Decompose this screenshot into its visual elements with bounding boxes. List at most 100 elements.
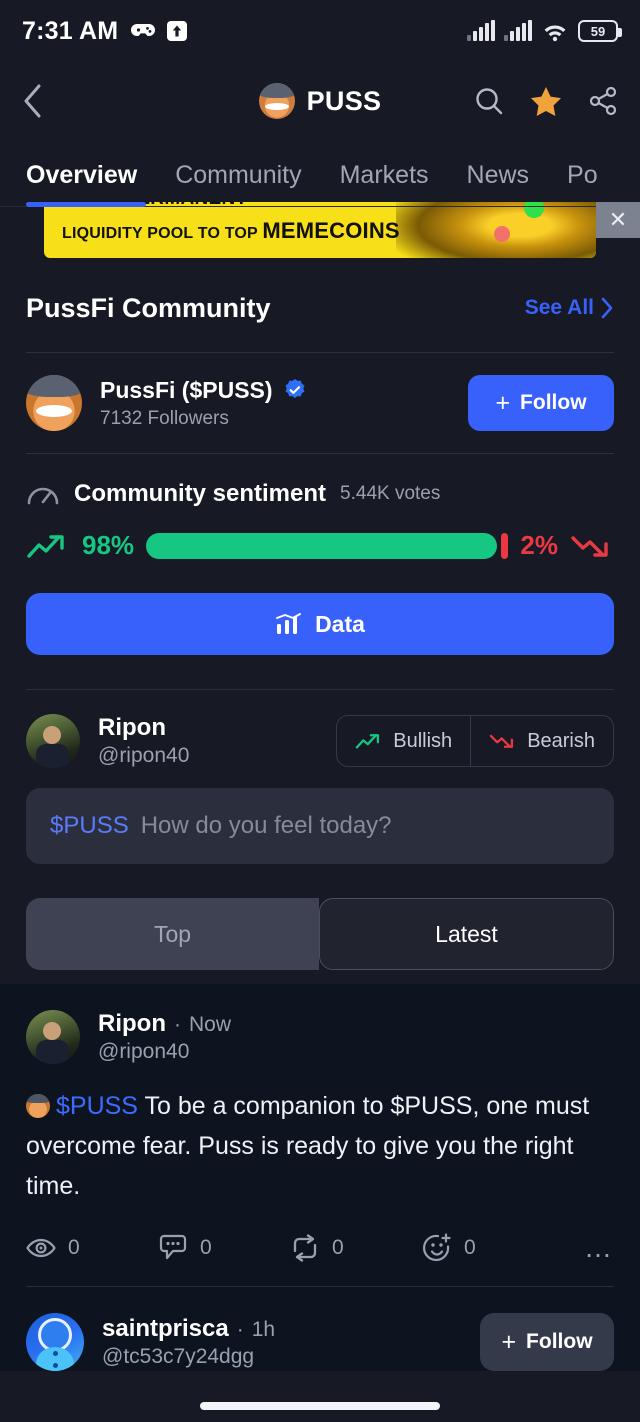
status-bar-notification-icons: [130, 20, 188, 42]
signal-bars-icon: [504, 20, 532, 42]
promo-banner-artwork: [396, 202, 596, 258]
add-reaction-action[interactable]: 0: [422, 1233, 554, 1263]
comment-action[interactable]: 0: [158, 1234, 290, 1262]
more-options-icon[interactable]: …: [584, 1232, 614, 1264]
plus-icon: +: [495, 388, 511, 417]
tab-community[interactable]: Community: [175, 161, 301, 202]
community-section: PussFi Community See All PussFi ($PUSS) …: [0, 264, 640, 984]
post-composer-input[interactable]: $PUSS How do you feel today?: [26, 788, 614, 864]
tab-latest[interactable]: Latest: [319, 898, 614, 970]
status-bar: 7:31 AM 59: [0, 0, 640, 62]
page-title: PUSS: [306, 85, 382, 116]
bar-chart-icon: [276, 613, 302, 634]
composer-ticker-tag: $PUSS: [50, 812, 129, 839]
game-controller-icon: [130, 21, 156, 41]
post-item[interactable]: Ripon · Now @ripon40 $PUSS To be a compa…: [26, 984, 614, 1287]
community-profile-followers: 7132 Followers: [100, 407, 229, 429]
tab-news[interactable]: News: [467, 161, 530, 202]
post-author-line: saintprisca · 1h: [102, 1315, 275, 1343]
composer-user-handle: @ripon40: [98, 744, 190, 767]
view-count-action[interactable]: 0: [26, 1236, 158, 1260]
tab-markets[interactable]: Markets: [340, 161, 429, 202]
community-sentiment-votes: 5.44K votes: [340, 483, 441, 504]
see-all-label: See All: [524, 296, 594, 319]
follow-button[interactable]: + Follow: [468, 375, 614, 431]
post-action-bar: 0 0 0 0 …: [26, 1206, 614, 1286]
red-dot-decoration: [494, 226, 510, 242]
sentiment-bar-bullish: [146, 532, 498, 559]
community-profile-meta: PussFi ($PUSS) 7132 Followers: [100, 377, 307, 430]
tab-top[interactable]: Top: [26, 898, 319, 970]
chevron-right-icon: [601, 297, 613, 319]
post-author: saintprisca · 1h @tc53c7y24dgg: [102, 1315, 275, 1369]
follow-button[interactable]: + Follow: [480, 1313, 614, 1371]
community-sentiment-title: Community sentiment: [74, 480, 327, 507]
active-tab-indicator: [26, 202, 146, 207]
status-bar-clock: 7:31 AM: [22, 16, 119, 45]
post-ticker-tag[interactable]: $PUSS: [56, 1092, 138, 1120]
data-button-label: Data: [315, 610, 365, 637]
plus-icon: +: [501, 1327, 517, 1356]
promo-banner[interactable]: WHAT PERMANENT LIQUIDITY POOL TO TOP MEM…: [44, 202, 596, 258]
star-icon[interactable]: [530, 86, 562, 117]
composer-user-name: Ripon: [98, 714, 166, 741]
bearish-button-label: Bearish: [527, 729, 595, 752]
puss-coin-logo: [258, 83, 295, 119]
battery-level-label: 59: [590, 23, 606, 39]
post-separator: ·: [236, 1318, 244, 1341]
post-author-name: Ripon: [98, 1010, 166, 1037]
community-profile-row[interactable]: PussFi ($PUSS) 7132 Followers + Follow: [26, 353, 614, 453]
bearish-button[interactable]: Bearish: [470, 716, 613, 766]
comment-count: 0: [200, 1236, 212, 1259]
share-icon[interactable]: [588, 86, 618, 116]
posts-feed: Ripon · Now @ripon40 $PUSS To be a compa…: [0, 984, 640, 1371]
community-profile-name: PussFi ($PUSS): [100, 376, 273, 403]
promo-banner-line2: LIQUIDITY POOL TO TOP MEMECOINS: [62, 218, 400, 244]
post-timestamp: Now: [188, 1013, 231, 1036]
community-profile-name-line: PussFi ($PUSS): [100, 377, 307, 404]
section-tabs[interactable]: Overview Community Markets News Po: [0, 140, 640, 202]
battery-icon: 59: [578, 20, 622, 42]
add-reaction-icon: [423, 1233, 451, 1262]
close-icon[interactable]: ✕: [596, 202, 640, 238]
avatar-button-2: [53, 1363, 58, 1368]
composer-placeholder: How do you feel today?: [140, 812, 392, 839]
post-timestamp: 1h: [251, 1318, 276, 1341]
reaction-count: 0: [464, 1236, 476, 1259]
post-author-handle: @ripon40: [98, 1040, 190, 1063]
composer-header: Ripon @ripon40 Bullish Bearish: [26, 690, 614, 768]
composer-user: Ripon @ripon40: [98, 714, 189, 768]
repost-action[interactable]: 0: [290, 1234, 422, 1262]
post-author: Ripon · Now @ripon40: [98, 1010, 231, 1064]
back-button[interactable]: [22, 84, 62, 118]
sentiment-bullish-percent: 98%: [82, 530, 135, 560]
search-icon[interactable]: [474, 86, 504, 116]
see-all-button[interactable]: See All: [525, 296, 614, 320]
tab-overview[interactable]: Overview: [26, 161, 137, 202]
trend-up-icon: [27, 534, 64, 558]
post-author-line: Ripon · Now: [98, 1010, 231, 1038]
avatar[interactable]: [26, 1313, 84, 1371]
status-bar-system-icons: 59: [467, 20, 622, 42]
bullish-button[interactable]: Bullish: [337, 716, 470, 766]
post-separator: ·: [173, 1013, 181, 1036]
post-author-name: saintprisca: [102, 1315, 229, 1342]
repost-icon: [293, 1234, 317, 1262]
avatar[interactable]: [26, 1010, 80, 1064]
avatar-button-1: [53, 1351, 58, 1356]
post-header: Ripon · Now @ripon40: [26, 1010, 614, 1064]
community-section-title: PussFi Community: [26, 292, 271, 323]
verified-badge-icon: [285, 379, 305, 398]
follow-button-label: Follow: [520, 391, 587, 414]
sentiment-vote-group: Bullish Bearish: [336, 715, 614, 767]
comment-icon: [159, 1234, 187, 1260]
app-screen: 7:31 AM 59 PUSS Overview Community Marke…: [0, 0, 640, 1422]
bullish-button-label: Bullish: [393, 729, 453, 752]
avatar: [26, 714, 80, 768]
app-bar-actions: [474, 86, 618, 117]
upload-arrow-icon: [166, 20, 188, 42]
tab-posts[interactable]: Po: [567, 161, 598, 202]
data-button[interactable]: Data: [26, 593, 614, 655]
post-item[interactable]: saintprisca · 1h @tc53c7y24dgg + Follow: [26, 1287, 614, 1371]
community-sentiment-header: Community sentiment 5.44K votes: [26, 454, 614, 508]
